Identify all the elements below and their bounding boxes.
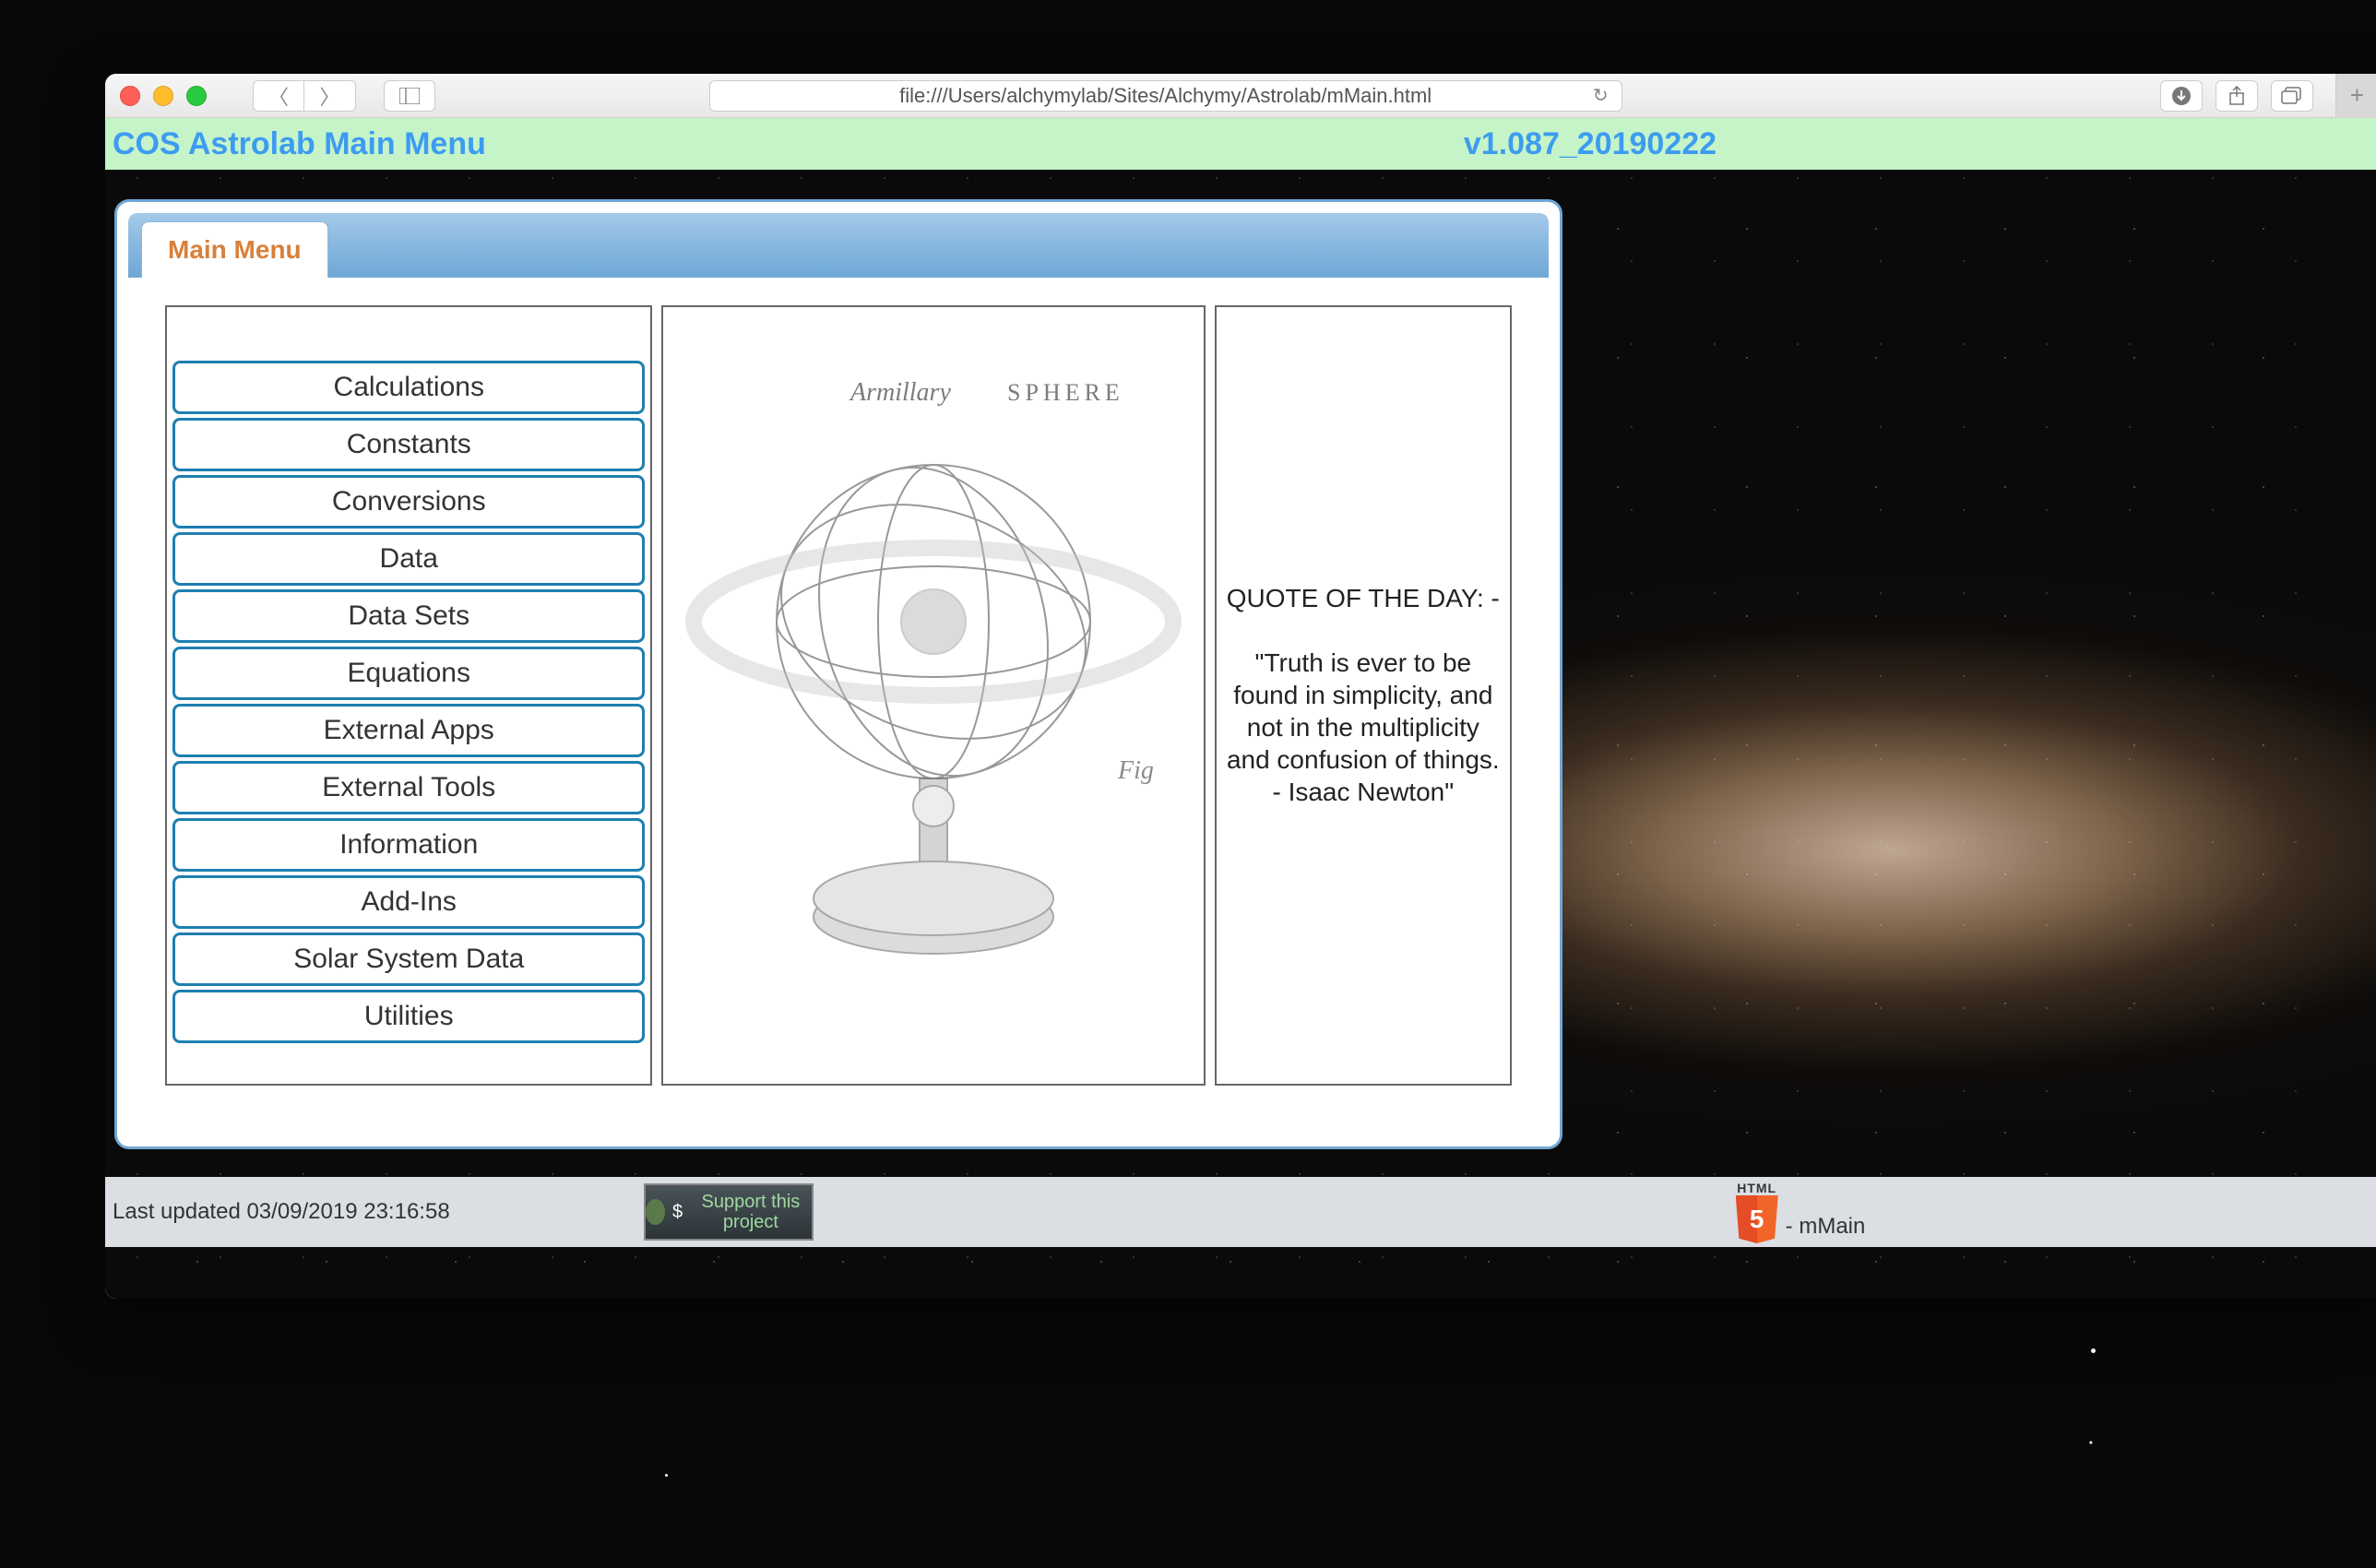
minimize-button[interactable] xyxy=(153,86,173,106)
tab-main-menu[interactable]: Main Menu xyxy=(141,221,328,278)
panel-body: Calculations Constants Conversions Data … xyxy=(128,278,1549,1104)
html5-badge-area: HTML - mMain xyxy=(1736,1181,1866,1243)
menu-external-apps[interactable]: External Apps xyxy=(172,704,645,757)
support-label: Support this project xyxy=(690,1192,812,1232)
close-button[interactable] xyxy=(120,86,140,106)
toolbar-right xyxy=(2160,80,2313,112)
app-version: v1.087_20190222 xyxy=(1464,126,1717,162)
menu-information[interactable]: Information xyxy=(172,818,645,872)
sidebar-toggle-button[interactable] xyxy=(384,80,435,112)
support-project-button[interactable]: $ Support this project xyxy=(644,1183,814,1241)
safari-window: 〈 〉 file:///Users/alchymylab/Sites/Alchy… xyxy=(105,74,2376,1299)
footer-bar: Last updated 03/09/2019 23:16:58 $ Suppo… xyxy=(105,1177,2376,1247)
page-viewport: COS Astrolab Main Menu v1.087_20190222 M… xyxy=(105,118,2376,1299)
menu-conversions[interactable]: Conversions xyxy=(172,475,645,529)
url-text: file:///Users/alchymylab/Sites/Alchymy/A… xyxy=(899,84,1432,108)
html5-badge: HTML xyxy=(1736,1181,1778,1243)
menu-utilities[interactable]: Utilities xyxy=(172,990,645,1043)
app-header: COS Astrolab Main Menu v1.087_20190222 xyxy=(105,118,2376,170)
image-label-italic: Armillary xyxy=(849,378,951,407)
new-tab-button[interactable]: + xyxy=(2335,74,2376,118)
dollar-icon: $ xyxy=(672,1202,683,1223)
html5-icon xyxy=(1736,1195,1778,1243)
menu-calculations[interactable]: Calculations xyxy=(172,361,645,414)
menu-constants[interactable]: Constants xyxy=(172,418,645,471)
page-id: - mMain xyxy=(1786,1214,1866,1243)
menu-equations[interactable]: Equations xyxy=(172,647,645,700)
menu-data-sets[interactable]: Data Sets xyxy=(172,589,645,643)
html5-label: HTML xyxy=(1737,1181,1776,1195)
image-label-caps: SPHERE xyxy=(1007,379,1124,406)
back-button[interactable]: 〈 xyxy=(253,80,304,112)
menu-column: Calculations Constants Conversions Data … xyxy=(165,305,652,1086)
forward-button[interactable]: 〉 xyxy=(304,80,356,112)
menu-external-tools[interactable]: External Tools xyxy=(172,761,645,814)
image-column: Armillary SPHERE xyxy=(661,305,1205,1086)
window-controls xyxy=(120,86,207,106)
menu-add-ins[interactable]: Add-Ins xyxy=(172,875,645,929)
tab-bar: Main Menu xyxy=(128,213,1549,278)
app-title: COS Astrolab Main Menu xyxy=(113,126,486,162)
quote-heading: QUOTE OF THE DAY: - xyxy=(1227,584,1500,613)
main-panel: Main Menu Calculations Constants Convers… xyxy=(114,199,1562,1149)
share-button[interactable] xyxy=(2216,80,2258,112)
menu-data[interactable]: Data xyxy=(172,532,645,586)
armillary-sphere-image: Armillary SPHERE xyxy=(684,345,1182,1046)
browser-titlebar: 〈 〉 file:///Users/alchymylab/Sites/Alchy… xyxy=(105,74,2376,118)
menu-solar-system-data[interactable]: Solar System Data xyxy=(172,932,645,986)
cog-icon xyxy=(646,1199,665,1225)
downloads-button[interactable] xyxy=(2160,80,2203,112)
last-updated: Last updated 03/09/2019 23:16:58 xyxy=(113,1199,450,1225)
address-bar[interactable]: file:///Users/alchymylab/Sites/Alchymy/A… xyxy=(709,80,1622,112)
tabs-button[interactable] xyxy=(2271,80,2313,112)
nav-buttons: 〈 〉 xyxy=(253,80,356,112)
maximize-button[interactable] xyxy=(186,86,207,106)
svg-text:Fig: Fig xyxy=(1117,756,1154,785)
quote-column: QUOTE OF THE DAY: - "Truth is ever to be… xyxy=(1215,305,1512,1086)
quote-text: "Truth is ever to be found in simplicity… xyxy=(1224,647,1503,808)
reload-icon[interactable]: ↻ xyxy=(1593,84,1609,107)
